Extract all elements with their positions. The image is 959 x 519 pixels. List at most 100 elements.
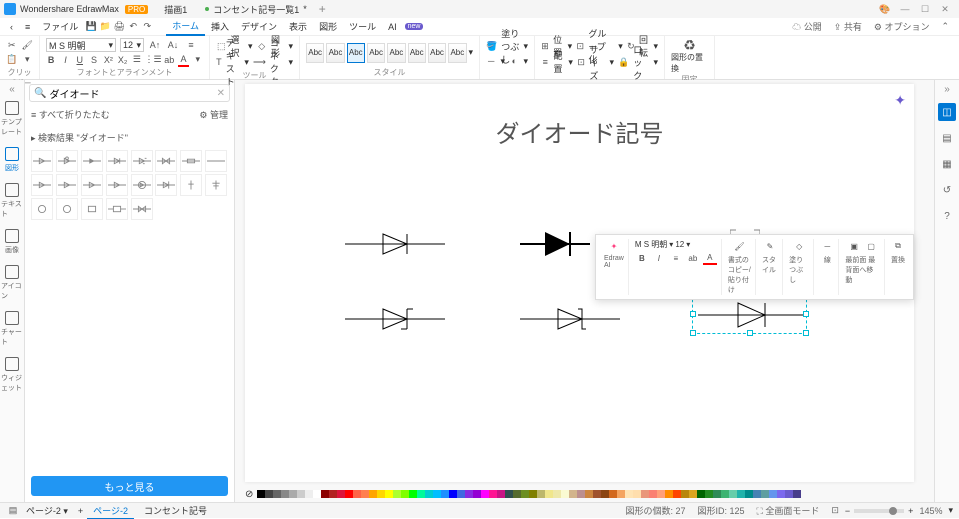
color-swatch[interactable]	[697, 490, 705, 498]
page-tab-3[interactable]: コンセント記号	[138, 503, 213, 518]
fit-icon[interactable]: ⊡	[831, 505, 839, 516]
style-preset-4[interactable]: Abc	[367, 43, 385, 63]
ft-ab-icon[interactable]: ab	[686, 251, 700, 265]
group-icon[interactable]: ⊡	[576, 39, 584, 53]
sidebar-shapes[interactable]: 図形	[1, 143, 23, 177]
search-input[interactable]	[49, 88, 216, 99]
add-page-icon[interactable]: +	[78, 506, 83, 516]
zoom-in-icon[interactable]: +	[908, 506, 913, 516]
menu-ai[interactable]: AI	[382, 20, 403, 34]
more-button[interactable]: もっと見る	[31, 476, 228, 496]
color-swatch[interactable]	[521, 490, 529, 498]
shape-result-item[interactable]	[205, 150, 227, 172]
hamburger-icon[interactable]: ≡	[19, 20, 36, 34]
ft-replace-icon[interactable]: ⧉	[891, 239, 905, 253]
color-swatch[interactable]	[649, 490, 657, 498]
right-collapse-icon[interactable]: »	[944, 84, 950, 95]
ft-italic-icon[interactable]: I	[652, 251, 666, 265]
shape-result-item[interactable]	[106, 198, 128, 220]
color-swatch[interactable]	[329, 490, 337, 498]
right-help-icon[interactable]: ?	[938, 207, 956, 225]
right-history-icon[interactable]: ↺	[938, 181, 956, 199]
page-list-icon[interactable]: ▤	[6, 504, 20, 518]
options-button[interactable]: ⚙ オプション	[868, 18, 936, 35]
color-swatch[interactable]	[721, 490, 729, 498]
ft-bold-icon[interactable]: B	[635, 251, 649, 265]
color-swatch[interactable]	[641, 490, 649, 498]
menu-home[interactable]: ホーム	[166, 17, 205, 36]
connector-tool-icon[interactable]: ⟶	[253, 55, 266, 69]
italic-icon[interactable]: I	[60, 53, 70, 67]
increase-font-icon[interactable]: A↑	[148, 38, 162, 52]
font-selector[interactable]: M S 明朝▾	[46, 38, 116, 52]
style-preset-3[interactable]: Abc	[347, 43, 365, 63]
color-swatch[interactable]	[769, 490, 777, 498]
menu-view[interactable]: 表示	[283, 18, 313, 35]
document-tab-1[interactable]: 描画1	[156, 1, 195, 18]
color-swatch[interactable]	[305, 490, 313, 498]
shape-result-item[interactable]	[180, 174, 202, 196]
color-swatch[interactable]	[657, 490, 665, 498]
style-preset-1[interactable]: Abc	[306, 43, 324, 63]
zoom-out-icon[interactable]: −	[845, 506, 850, 516]
canvas[interactable]: ダイオード記号 ⟳ ✦Edraw AI M S 明朝▾12▾	[245, 84, 914, 482]
color-swatch[interactable]	[689, 490, 697, 498]
fill-icon[interactable]: 🪣	[486, 39, 497, 53]
color-swatch[interactable]	[457, 490, 465, 498]
sidebar-image[interactable]: 画像	[1, 225, 23, 259]
shape-result-item[interactable]	[205, 174, 227, 196]
sidebar-chart[interactable]: チャート	[1, 307, 23, 351]
palette-icon[interactable]: 🎨	[878, 2, 892, 16]
color-swatch[interactable]	[385, 490, 393, 498]
shadow-icon[interactable]: ◐	[509, 54, 519, 68]
color-swatch[interactable]	[601, 490, 609, 498]
style-preset-6[interactable]: Abc	[408, 43, 426, 63]
replace-shape-icon[interactable]: ♻	[683, 38, 697, 52]
position-icon[interactable]: ⊞	[541, 39, 549, 53]
share-button[interactable]: ⇪ 共有	[828, 18, 868, 35]
diode-symbol-3[interactable]	[345, 304, 445, 334]
color-swatch[interactable]	[553, 490, 561, 498]
shape-result-item[interactable]	[56, 174, 78, 196]
color-swatch[interactable]	[361, 490, 369, 498]
align-btn-icon[interactable]: ≡	[541, 55, 549, 69]
page-tab-2[interactable]: ページ-2	[87, 503, 134, 519]
ft-align-icon[interactable]: ≡	[669, 251, 683, 265]
color-swatch[interactable]	[409, 490, 417, 498]
style-preset-7[interactable]: Abc	[428, 43, 446, 63]
color-swatch[interactable]	[289, 490, 297, 498]
shape-result-item[interactable]	[106, 174, 128, 196]
color-swatch[interactable]	[321, 490, 329, 498]
shape-result-item[interactable]	[131, 198, 153, 220]
shape-result-item[interactable]	[31, 150, 53, 172]
back-button[interactable]: ‹	[4, 20, 19, 34]
color-swatch[interactable]	[353, 490, 361, 498]
color-swatch[interactable]	[401, 490, 409, 498]
color-swatch[interactable]	[609, 490, 617, 498]
color-swatch[interactable]	[545, 490, 553, 498]
color-swatch[interactable]	[273, 490, 281, 498]
format-painter-icon[interactable]: 🖌	[22, 38, 34, 52]
right-theme-icon[interactable]: ▤	[938, 129, 956, 147]
spacing-icon[interactable]: ab	[164, 53, 174, 67]
color-swatch[interactable]	[505, 490, 513, 498]
shape-result-item[interactable]	[180, 150, 202, 172]
shape-result-item[interactable]	[81, 198, 103, 220]
right-layers-icon[interactable]: ▦	[938, 155, 956, 173]
shape-result-item[interactable]	[31, 174, 53, 196]
color-swatch[interactable]	[529, 490, 537, 498]
color-swatch[interactable]	[393, 490, 401, 498]
collapse-ribbon-icon[interactable]: ⌃	[935, 19, 955, 34]
color-swatch[interactable]	[777, 490, 785, 498]
color-swatch[interactable]	[441, 490, 449, 498]
color-swatch[interactable]	[705, 490, 713, 498]
color-swatch[interactable]	[729, 490, 737, 498]
shape-result-item[interactable]	[155, 150, 177, 172]
close-button[interactable]: ✕	[938, 2, 952, 16]
color-swatch[interactable]	[625, 490, 633, 498]
color-swatch[interactable]	[337, 490, 345, 498]
ft-style-icon[interactable]: ✎	[763, 239, 777, 253]
manage-button[interactable]: ⚙ 管理	[199, 108, 228, 121]
zoom-dropdown-icon[interactable]: ▾	[948, 505, 953, 516]
color-swatch[interactable]	[633, 490, 641, 498]
